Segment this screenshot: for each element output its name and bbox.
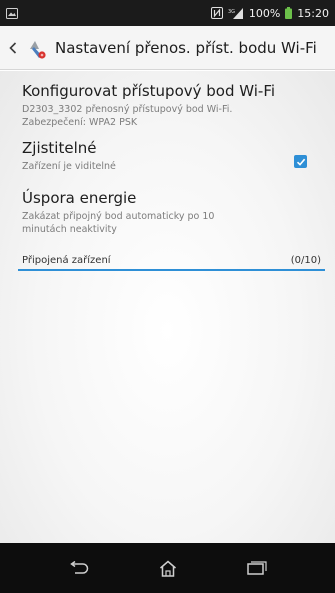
nfc-icon: [210, 7, 223, 19]
configure-hotspot-summary-line2: Zabezpečení: WPA2 PSK: [22, 117, 138, 128]
discoverable-title: Zjistitelné: [22, 139, 97, 157]
category-divider: [18, 269, 325, 271]
discoverable-checkbox[interactable]: [294, 155, 307, 168]
power-saving-summary-line1: Zakázat připojný bod automaticky po 10: [22, 211, 215, 222]
status-bar: 3G 100% 15:20: [0, 0, 335, 26]
checkmark-icon: [296, 158, 305, 166]
page-title: Nastavení přenos. příst. bodu Wi-Fi: [55, 38, 317, 57]
power-saving-summary-line2: minutách neaktivity: [22, 224, 117, 235]
recent-apps-icon: [246, 561, 267, 575]
navigation-bar: [0, 543, 335, 593]
action-bar[interactable]: Nastavení přenos. příst. bodu Wi-Fi: [0, 26, 335, 70]
configure-hotspot-item[interactable]: Konfigurovat přístupový bod Wi-Fi D2303_…: [22, 82, 317, 130]
discoverable-summary: Zařízení je viditelné: [22, 161, 116, 172]
battery-icon: [285, 7, 293, 19]
clock: 15:20: [297, 6, 329, 20]
signal-icon: 3G: [228, 7, 244, 19]
connected-devices-label: Připojená zařízení: [22, 255, 111, 266]
home-icon: [159, 560, 176, 577]
battery-percent: 100%: [248, 6, 281, 20]
settings-content: Konfigurovat přístupový bod Wi-Fi D2303_…: [0, 71, 335, 543]
back-chevron-icon[interactable]: [6, 41, 20, 54]
configure-hotspot-summary-line1: D2303_3302 přenosný přístupový bod Wi-Fi…: [22, 104, 233, 115]
back-icon: [69, 561, 88, 574]
power-saving-title: Úspora energie: [22, 189, 137, 207]
connected-devices-header: Připojená zařízení (0/10): [22, 255, 321, 269]
discoverable-item[interactable]: Zjistitelné Zařízení je viditelné: [22, 139, 317, 179]
power-saving-item[interactable]: Úspora energie Zakázat připojný bod auto…: [22, 189, 317, 237]
notification-icon: [6, 7, 18, 19]
recent-apps-button[interactable]: [237, 548, 277, 588]
svg-text:3G: 3G: [228, 9, 235, 15]
back-button[interactable]: [59, 548, 99, 588]
configure-hotspot-title: Konfigurovat přístupový bod Wi-Fi: [22, 82, 276, 100]
hotspot-settings-icon: [23, 34, 51, 62]
home-button[interactable]: [148, 548, 188, 588]
connected-devices-count: (0/10): [290, 255, 321, 266]
